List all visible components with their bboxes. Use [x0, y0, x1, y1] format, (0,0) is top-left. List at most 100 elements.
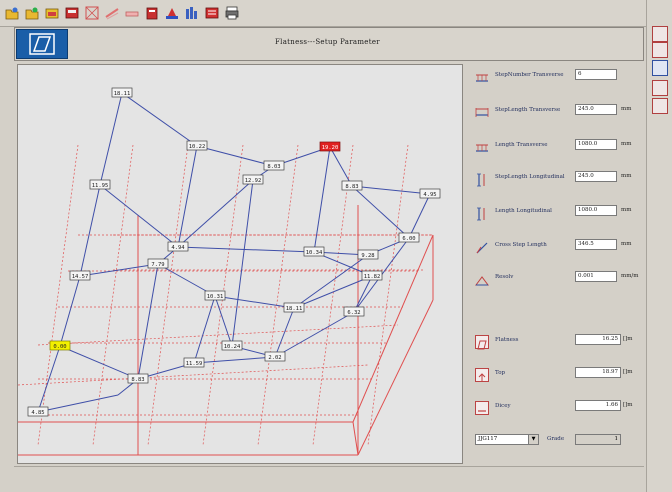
mesh-line — [99, 92, 123, 186]
value-label: 14.57 — [72, 274, 89, 280]
param-row: StepNumber Transverse 6 — [467, 69, 645, 85]
value-label: 0.00 — [53, 344, 66, 350]
value-label: 12.92 — [245, 178, 262, 184]
save-icon[interactable] — [24, 5, 40, 21]
mesh-line — [313, 146, 331, 253]
side-toolbar — [646, 0, 672, 492]
result-value: 16.25 — [575, 334, 621, 345]
param-input[interactable]: 0.001 — [575, 271, 617, 282]
param-label: Length Longitudinal — [495, 208, 552, 214]
cross-step-icon — [475, 240, 489, 254]
open-icon[interactable] — [4, 5, 20, 21]
value-label: 11.59 — [186, 361, 203, 367]
frame-line — [352, 234, 434, 423]
param-unit: mm — [621, 141, 632, 147]
grid-line — [257, 144, 299, 446]
grid-line — [37, 324, 399, 346]
mesh-line — [193, 295, 216, 364]
mesh-line — [177, 145, 198, 248]
mesh-line — [59, 345, 139, 380]
result-row: Flatness 16.25 []m — [467, 334, 645, 350]
flatness-icon — [475, 335, 489, 350]
mesh-line — [293, 254, 369, 309]
standard-select[interactable]: JJG117 ▼ — [475, 434, 539, 445]
grade-row: JJG117 ▼ Grade 1 — [467, 434, 645, 450]
mesh-line — [196, 145, 275, 167]
length-longitudinal-icon — [475, 206, 489, 221]
param-label: Length Transverse — [495, 142, 548, 148]
data-icon[interactable] — [164, 5, 180, 21]
param-label: Resolv — [495, 274, 514, 280]
value-label: 8.03 — [267, 164, 280, 170]
chevron-down-icon[interactable]: ▼ — [528, 435, 538, 444]
edit-icon[interactable] — [652, 26, 668, 42]
value-label: 10.24 — [224, 344, 241, 350]
mesh-line — [99, 184, 179, 248]
param-row: Length Longitudinal 1080.0 mm — [467, 205, 645, 221]
value-label: 2.02 — [268, 355, 281, 361]
param-unit: mm — [621, 207, 632, 213]
mesh-line — [137, 263, 159, 380]
ruler-icon[interactable] — [124, 5, 140, 21]
param-label: StepLength Transverse — [495, 107, 561, 113]
param-input[interactable]: 1080.0 — [575, 139, 617, 150]
mesh-line — [353, 275, 373, 313]
param-input[interactable]: 346.5 — [575, 239, 617, 250]
report-icon[interactable] — [184, 5, 200, 21]
grid-icon[interactable] — [84, 5, 100, 21]
printer-icon[interactable] — [224, 5, 240, 21]
param-input[interactable]: 245.0 — [575, 171, 617, 182]
value-label: 8.83 — [131, 377, 144, 383]
grid-view-icon[interactable] — [652, 42, 668, 58]
mesh-line — [193, 356, 276, 364]
result-label: Flatness — [495, 337, 519, 343]
flatness-plot: 18.11 10.22 8.03 19.20 12.92 8.83 4.95 11.95 4.9… — [17, 64, 463, 464]
param-label: Cross Step Length — [495, 242, 547, 248]
flatness-logo-icon — [16, 29, 68, 59]
param-input[interactable]: 6 — [575, 69, 617, 80]
print-preview-icon[interactable] — [144, 5, 160, 21]
mesh-line — [274, 307, 295, 358]
param-unit: mm/m — [621, 273, 639, 279]
value-label: 10.34 — [306, 250, 323, 256]
value-label: 11.95 — [92, 183, 109, 189]
window-header: Flatness---Setup Parameter — [14, 27, 644, 61]
param-row: StepLength Longitudinal 245.0 mm — [467, 171, 645, 187]
resolution-icon — [475, 272, 489, 286]
mesh-line — [37, 394, 119, 413]
measure-icon[interactable] — [204, 5, 220, 21]
mesh-line — [351, 185, 410, 239]
folder-open-icon[interactable] — [64, 5, 80, 21]
gauge-icon[interactable] — [104, 5, 120, 21]
param-unit: mm — [621, 241, 632, 247]
result-unit: []m — [623, 369, 633, 375]
result-unit: []m — [623, 336, 633, 342]
param-row: Length Transverse 1080.0 mm — [467, 139, 645, 155]
mesh-line — [351, 185, 431, 195]
value-label: 10.31 — [207, 294, 224, 300]
param-input[interactable]: 1080.0 — [575, 205, 617, 216]
chart-icon[interactable] — [652, 60, 668, 76]
param-row: Cross Step Length 346.5 mm — [467, 239, 645, 255]
mesh-line — [408, 193, 431, 239]
value-label: 4.85 — [31, 410, 44, 416]
value-label: 9.28 — [361, 253, 374, 259]
folder-icon[interactable] — [44, 5, 60, 21]
result-label: Dicey — [495, 403, 511, 409]
application-window: Flatness---Setup Parameter 18.11 10.22 8.0… — [0, 0, 672, 492]
mesh-line — [79, 184, 101, 277]
param-label: StepLength Longitudinal — [495, 174, 565, 180]
table-icon[interactable] — [652, 98, 668, 114]
mesh-line — [214, 295, 233, 347]
value-label: 8.83 — [345, 184, 358, 190]
step-length-longitudinal-icon — [475, 172, 489, 187]
value-label: 4.94 — [171, 245, 185, 251]
result-label: Top — [495, 370, 506, 376]
cross-icon[interactable] — [652, 80, 668, 96]
value-label: 10.22 — [189, 144, 206, 150]
window-title: Flatness---Setup Parameter — [275, 38, 380, 46]
mesh-line — [214, 295, 295, 309]
param-input[interactable]: 245.0 — [575, 104, 617, 115]
value-label: 18.11 — [286, 306, 303, 312]
result-row: Dicey 1.66 []m — [467, 400, 645, 416]
